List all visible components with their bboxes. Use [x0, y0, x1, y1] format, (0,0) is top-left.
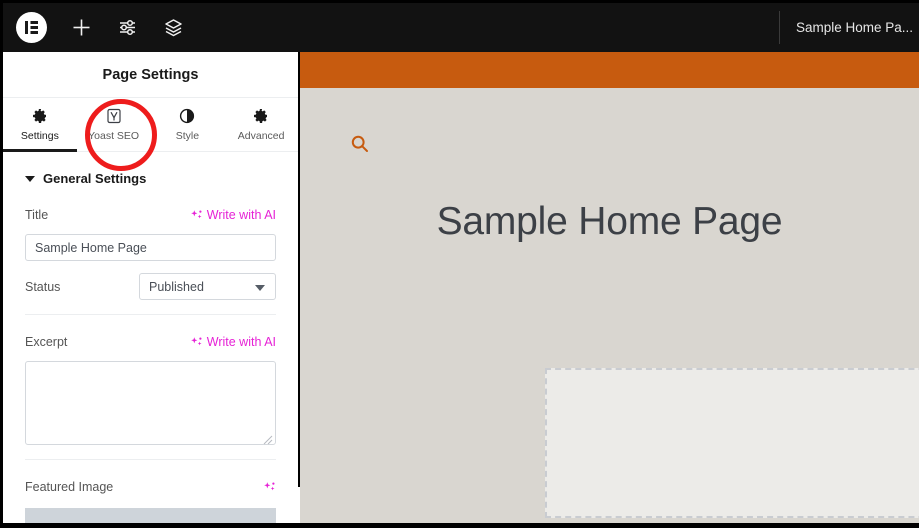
excerpt-field-group: Excerpt Write with AI [3, 331, 298, 445]
status-label: Status [25, 279, 61, 294]
add-element-button[interactable] [61, 3, 101, 52]
tab-yoast-seo-label: Yoast SEO [88, 129, 140, 142]
tab-style-label: Style [175, 129, 200, 142]
site-settings-button[interactable] [107, 3, 147, 52]
field-divider [25, 459, 276, 460]
sparkles-icon [263, 481, 276, 494]
tab-settings-label: Settings [20, 129, 59, 142]
title-field-row: Title Write with AI [25, 204, 276, 226]
top-bar-left-actions [3, 3, 193, 52]
tab-yoast-seo[interactable]: Yoast SEO [77, 98, 151, 151]
write-with-ai-excerpt-button[interactable]: Write with AI [190, 335, 276, 349]
panel-header: Page Settings [3, 52, 298, 98]
excerpt-field-row: Excerpt Write with AI [25, 331, 276, 353]
structure-layers-button[interactable] [153, 3, 193, 52]
panel-tabs: Settings Yoast SEO Style Advanced [3, 98, 298, 152]
gear-icon [32, 108, 48, 125]
resize-handle-icon[interactable] [263, 432, 273, 445]
featured-image-placeholder[interactable] [25, 508, 276, 523]
general-settings-title: General Settings [43, 171, 147, 186]
excerpt-label: Excerpt [25, 335, 68, 349]
page-title: Page Settings [102, 66, 199, 83]
generate-featured-image-ai-button[interactable] [263, 481, 276, 494]
elementor-editor-screenshot: Sample Home Pa... Page Settings Settings [0, 0, 919, 528]
empty-section-dropzone[interactable] [545, 368, 919, 518]
document-title[interactable]: Sample Home Pa... [796, 3, 913, 52]
title-label: Title [25, 208, 49, 222]
tab-advanced[interactable]: Advanced [224, 98, 298, 151]
title-input[interactable] [25, 234, 276, 261]
featured-image-label: Featured Image [25, 480, 114, 494]
general-settings-section-header[interactable]: General Settings [3, 152, 298, 186]
plus-icon [72, 18, 91, 37]
top-bar-divider [779, 11, 780, 44]
caret-down-icon [25, 175, 35, 182]
page-preview-canvas: Sample Home Page [300, 52, 919, 523]
status-select[interactable]: Published [139, 273, 276, 300]
tab-advanced-label: Advanced [237, 129, 285, 142]
sparkles-icon [190, 336, 203, 349]
write-with-ai-excerpt-label: Write with AI [206, 335, 276, 349]
page-settings-panel: Page Settings Settings Yoast SEO Style A… [3, 52, 298, 523]
layers-icon [164, 18, 183, 37]
editor-top-bar: Sample Home Pa... [3, 3, 919, 52]
tab-style[interactable]: Style [151, 98, 225, 151]
status-select-value: Published [149, 279, 204, 294]
excerpt-textarea[interactable] [25, 361, 276, 445]
featured-image-field-group: Featured Image [3, 476, 298, 523]
tab-settings[interactable]: Settings [3, 98, 77, 152]
title-field-group: Title Write with AI [3, 204, 298, 261]
search-icon[interactable] [350, 134, 370, 154]
site-header-bar [300, 52, 919, 88]
field-divider [25, 314, 276, 315]
sliders-icon [118, 18, 137, 37]
yoast-logo-icon [106, 108, 122, 125]
elementor-logo-icon[interactable] [16, 12, 47, 43]
write-with-ai-title-button[interactable]: Write with AI [190, 208, 276, 222]
gear-icon [253, 108, 269, 125]
chevron-down-icon [255, 285, 265, 291]
contrast-circle-icon [179, 108, 195, 125]
write-with-ai-title-label: Write with AI [206, 208, 276, 222]
featured-image-field-row: Featured Image [25, 476, 276, 498]
preview-page-heading[interactable]: Sample Home Page [300, 200, 919, 244]
status-field-group: Status Published [3, 273, 298, 300]
status-field-row: Status Published [25, 273, 276, 300]
sparkles-icon [190, 209, 203, 222]
